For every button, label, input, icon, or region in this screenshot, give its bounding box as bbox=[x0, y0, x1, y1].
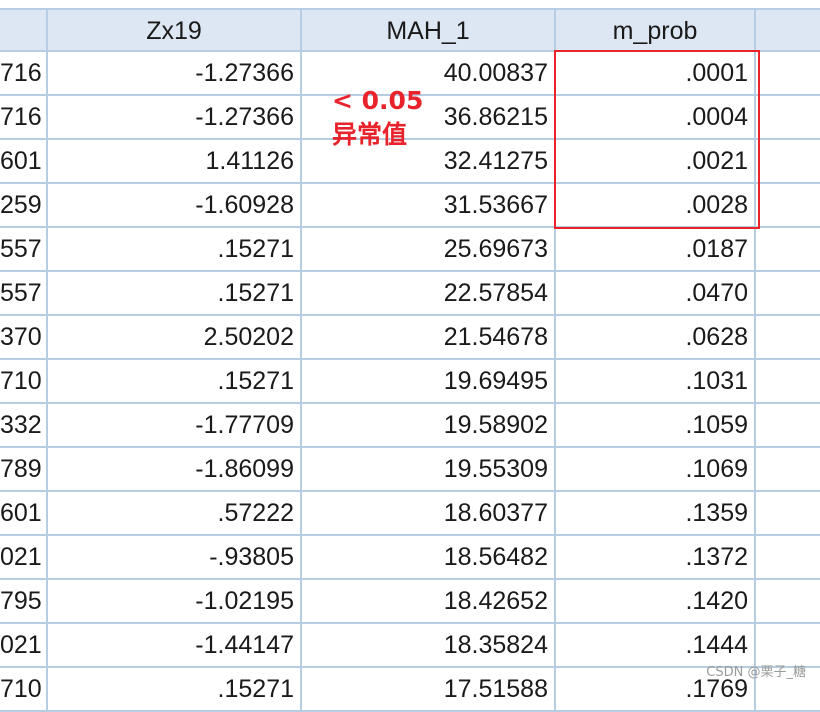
cell-m-prob[interactable]: .0470 bbox=[556, 272, 756, 316]
cell-partial[interactable]: 557 bbox=[0, 228, 48, 272]
watermark: CSDN @栗子_糖 bbox=[706, 665, 806, 680]
cell-partial[interactable]: 021 bbox=[0, 536, 48, 580]
cell-partial[interactable]: 710 bbox=[0, 360, 48, 404]
cell-mah-1[interactable]: 17.51588 bbox=[302, 668, 556, 712]
column-header-mah-1[interactable]: MAH_1 bbox=[302, 8, 556, 52]
column-header-empty[interactable] bbox=[756, 8, 820, 52]
cell-zx19[interactable]: .15271 bbox=[48, 228, 302, 272]
column-header-zx19[interactable]: Zx19 bbox=[48, 8, 302, 52]
cell-empty[interactable] bbox=[756, 448, 820, 492]
cell-zx19[interactable]: -1.86099 bbox=[48, 448, 302, 492]
cell-partial[interactable]: 716 bbox=[0, 96, 48, 140]
column-header-partial[interactable] bbox=[0, 8, 48, 52]
cell-m-prob[interactable]: .1359 bbox=[556, 492, 756, 536]
table-row: 601.57222 18.60377.1359 bbox=[0, 492, 820, 536]
cell-partial[interactable]: 789 bbox=[0, 448, 48, 492]
cell-zx19[interactable]: 1.41126 bbox=[48, 140, 302, 184]
table-row: 021 -1.44147 18.35824.1444 bbox=[0, 624, 820, 668]
cell-zx19[interactable]: .15271 bbox=[48, 272, 302, 316]
cell-mah-1[interactable]: 18.60377 bbox=[302, 492, 556, 536]
annotation-label: 异常值 bbox=[332, 120, 408, 149]
table-row: 789 -1.86099 19.55309.1069 bbox=[0, 448, 820, 492]
annotation-threshold: < 0.05 bbox=[332, 86, 424, 115]
outlier-annotation: < 0.05 异常值 bbox=[332, 84, 423, 152]
cell-partial[interactable]: 795 bbox=[0, 580, 48, 624]
cell-mah-1[interactable]: 19.55309 bbox=[302, 448, 556, 492]
table-row: 710.15271 17.51588.1769 bbox=[0, 668, 820, 712]
cell-partial[interactable]: 370 bbox=[0, 316, 48, 360]
cell-empty[interactable] bbox=[756, 316, 820, 360]
cell-partial[interactable]: 332 bbox=[0, 404, 48, 448]
table-row: 370 2.50202 21.54678.0628 bbox=[0, 316, 820, 360]
table-row: 795 -1.02195 18.42652.1420 bbox=[0, 580, 820, 624]
cell-zx19[interactable]: -1.02195 bbox=[48, 580, 302, 624]
cell-zx19[interactable]: .57222 bbox=[48, 492, 302, 536]
cell-m-prob[interactable]: .1069 bbox=[556, 448, 756, 492]
cell-empty[interactable] bbox=[756, 580, 820, 624]
cell-m-prob[interactable]: .0021 bbox=[556, 140, 756, 184]
cell-zx19[interactable]: -1.27366 bbox=[48, 96, 302, 140]
cell-m-prob[interactable]: .0187 bbox=[556, 228, 756, 272]
cell-partial[interactable]: 557 bbox=[0, 272, 48, 316]
cell-partial[interactable]: 021 bbox=[0, 624, 48, 668]
cell-mah-1[interactable]: 21.54678 bbox=[302, 316, 556, 360]
cell-empty[interactable] bbox=[756, 360, 820, 404]
table-row: 259 -1.60928 31.53667.0028 bbox=[0, 184, 820, 228]
cell-empty[interactable] bbox=[756, 404, 820, 448]
cell-m-prob[interactable]: .0001 bbox=[556, 52, 756, 96]
cell-empty[interactable] bbox=[756, 140, 820, 184]
cell-m-prob[interactable]: .1059 bbox=[556, 404, 756, 448]
cell-empty[interactable] bbox=[756, 184, 820, 228]
cell-empty[interactable] bbox=[756, 492, 820, 536]
cell-empty[interactable] bbox=[756, 52, 820, 96]
table-row: 557.15271 22.57854.0470 bbox=[0, 272, 820, 316]
header-row: Zx19 MAH_1 m_prob bbox=[0, 8, 820, 52]
cell-m-prob[interactable]: .0004 bbox=[556, 96, 756, 140]
cell-mah-1[interactable]: 31.53667 bbox=[302, 184, 556, 228]
cell-mah-1[interactable]: 18.35824 bbox=[302, 624, 556, 668]
table-row: 021 -.93805 18.56482.1372 bbox=[0, 536, 820, 580]
cell-m-prob[interactable]: .0628 bbox=[556, 316, 756, 360]
cell-zx19[interactable]: -1.27366 bbox=[48, 52, 302, 96]
cell-m-prob[interactable]: .1031 bbox=[556, 360, 756, 404]
cell-m-prob[interactable]: .1372 bbox=[556, 536, 756, 580]
cell-m-prob[interactable]: .0028 bbox=[556, 184, 756, 228]
cell-zx19[interactable]: .15271 bbox=[48, 668, 302, 712]
cell-partial[interactable]: 259 bbox=[0, 184, 48, 228]
table-row: 710.15271 19.69495.1031 bbox=[0, 360, 820, 404]
cell-zx19[interactable]: -.93805 bbox=[48, 536, 302, 580]
cell-empty[interactable] bbox=[756, 96, 820, 140]
cell-partial[interactable]: 601 bbox=[0, 140, 48, 184]
cell-zx19[interactable]: -1.44147 bbox=[48, 624, 302, 668]
cell-m-prob[interactable]: .1420 bbox=[556, 580, 756, 624]
cell-empty[interactable] bbox=[756, 272, 820, 316]
cell-zx19[interactable]: 2.50202 bbox=[48, 316, 302, 360]
cell-mah-1[interactable]: 25.69673 bbox=[302, 228, 556, 272]
table-row: 332 -1.77709 19.58902.1059 bbox=[0, 404, 820, 448]
cell-partial[interactable]: 601 bbox=[0, 492, 48, 536]
column-header-m-prob[interactable]: m_prob bbox=[556, 8, 756, 52]
cell-empty[interactable] bbox=[756, 228, 820, 272]
cell-zx19[interactable]: -1.77709 bbox=[48, 404, 302, 448]
cell-empty[interactable] bbox=[756, 536, 820, 580]
cell-partial[interactable]: 716 bbox=[0, 52, 48, 96]
cell-mah-1[interactable]: 18.42652 bbox=[302, 580, 556, 624]
cell-partial[interactable]: 710 bbox=[0, 668, 48, 712]
table-row: 557.15271 25.69673.0187 bbox=[0, 228, 820, 272]
cell-mah-1[interactable]: 22.57854 bbox=[302, 272, 556, 316]
cell-mah-1[interactable]: 18.56482 bbox=[302, 536, 556, 580]
cell-mah-1[interactable]: 19.69495 bbox=[302, 360, 556, 404]
cell-zx19[interactable]: -1.60928 bbox=[48, 184, 302, 228]
cell-zx19[interactable]: .15271 bbox=[48, 360, 302, 404]
cell-mah-1[interactable]: 19.58902 bbox=[302, 404, 556, 448]
